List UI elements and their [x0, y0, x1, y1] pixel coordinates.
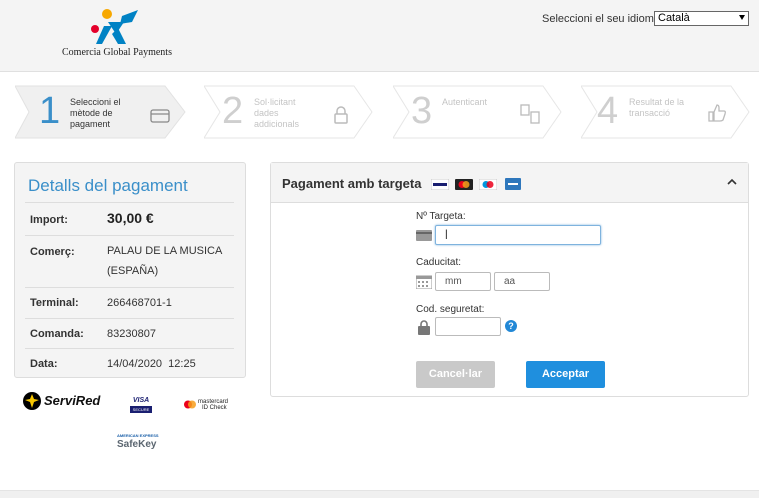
step-1-label: Seleccioni el mètode de pagament	[70, 97, 121, 129]
safekey-text: SafeKey	[117, 439, 157, 450]
detail-value: PALAU DE LA MUSICA (ESPAÑA)	[107, 245, 222, 277]
step-3: 3 Autenticant	[393, 84, 565, 140]
step-1-number: 1	[39, 90, 61, 132]
progress-steps: 1 Seleccioni el mètode de pagament 2 Sol…	[0, 84, 759, 142]
step-2-label: Sol·licitant dades addicionals	[254, 97, 300, 129]
detail-value: 30,00 €	[107, 210, 154, 226]
idcheck-text: ID Check	[202, 405, 227, 411]
calendar-icon	[416, 275, 432, 289]
maestro-card-icon	[479, 179, 497, 190]
detail-value: 83230807	[107, 328, 156, 340]
security-code-label: Cod. seguretat:	[416, 304, 485, 315]
card-number-label: Nº Targeta:	[416, 211, 466, 222]
language-value: Català	[658, 12, 690, 24]
step-1: 1 Seleccioni el mètode de pagament	[15, 84, 187, 140]
credit-card-icon	[416, 230, 432, 241]
brand-name: Comercia Global Payments	[62, 47, 172, 58]
detail-row-terminal: Terminal: 266468701-1	[25, 287, 234, 317]
payment-details-panel: Detalls del pagament Import: 30,00 € Com…	[14, 162, 246, 378]
lock-icon	[334, 106, 348, 124]
security-code-input[interactable]	[435, 317, 501, 336]
expiry-year-input[interactable]: aa	[494, 272, 550, 291]
step-2: 2 Sol·licitant dades addicionals	[204, 84, 376, 140]
detail-key: Comerç:	[30, 246, 75, 258]
lock-icon	[418, 320, 430, 335]
device-transfer-icon	[520, 104, 540, 124]
visa-card-icon	[431, 179, 449, 190]
card-payment-header[interactable]: Pagament amb targeta	[271, 163, 748, 203]
step-2-number: 2	[222, 90, 244, 132]
amex-safekey-logo: AMERICAN EXPRESS SafeKey	[117, 433, 169, 453]
details-title: Detalls del pagament	[28, 176, 188, 195]
detail-row-amount: Import: 30,00 €	[25, 202, 234, 234]
mastercard-idcheck-logo: mastercard ID Check	[184, 398, 236, 414]
expiry-label: Caducitat:	[416, 257, 462, 268]
detail-value: 266468701-1	[107, 297, 172, 309]
thumbs-up-icon	[708, 104, 726, 122]
card-number-input[interactable]: |	[435, 225, 601, 245]
amex-text: AMERICAN EXPRESS	[117, 433, 159, 438]
accept-button[interactable]: Acceptar	[526, 361, 605, 388]
step-3-label: Autenticant	[442, 97, 488, 107]
step-4: 4 Resultat de la transacció	[581, 84, 753, 140]
cancel-button[interactable]: Cancel·lar	[416, 361, 495, 388]
detail-key: Comanda:	[30, 328, 84, 340]
detail-row-order: Comanda: 83230807	[25, 318, 234, 348]
language-label: Seleccioni el seu idioma	[542, 13, 661, 25]
visa-text: VISA	[132, 397, 150, 404]
collapse-chevron-icon[interactable]	[726, 177, 738, 187]
card-payment-panel: Pagament amb targeta Nº Targeta: | Caduc…	[270, 162, 749, 397]
credit-card-icon	[150, 109, 170, 123]
detail-value: 14/04/2020 12:25	[107, 358, 196, 370]
step-4-label: Resultat de la transacció	[629, 97, 685, 118]
language-select[interactable]: Català	[654, 11, 749, 26]
mastercard-circles-icon	[184, 400, 196, 409]
step-4-number: 4	[597, 90, 619, 132]
servired-star-icon	[23, 392, 41, 410]
mastercard-card-icon	[455, 179, 473, 190]
footer-bar	[0, 490, 759, 498]
servired-logo: ServiRed	[22, 391, 104, 411]
help-icon[interactable]: ?	[505, 320, 517, 332]
detail-row-date: Data: 14/04/2020 12:25	[25, 348, 234, 378]
expiry-month-input[interactable]: mm	[435, 272, 491, 291]
detail-key: Terminal:	[30, 297, 79, 309]
visa-secure-logo: VISA SECURE	[130, 397, 152, 417]
chevron-down-icon	[739, 15, 745, 20]
visa-secure-text: SECURE	[130, 406, 152, 413]
card-payment-title: Pagament amb targeta	[282, 176, 422, 191]
amex-card-icon	[505, 178, 521, 190]
detail-row-merchant: Comerç: PALAU DE LA MUSICA (ESPAÑA)	[25, 235, 234, 286]
detail-key: Import:	[30, 214, 68, 226]
header: Comercia Global Payments Seleccioni el s…	[0, 0, 759, 72]
step-3-number: 3	[411, 90, 433, 132]
detail-key: Data:	[30, 358, 58, 370]
servired-text: ServiRed	[44, 393, 101, 408]
